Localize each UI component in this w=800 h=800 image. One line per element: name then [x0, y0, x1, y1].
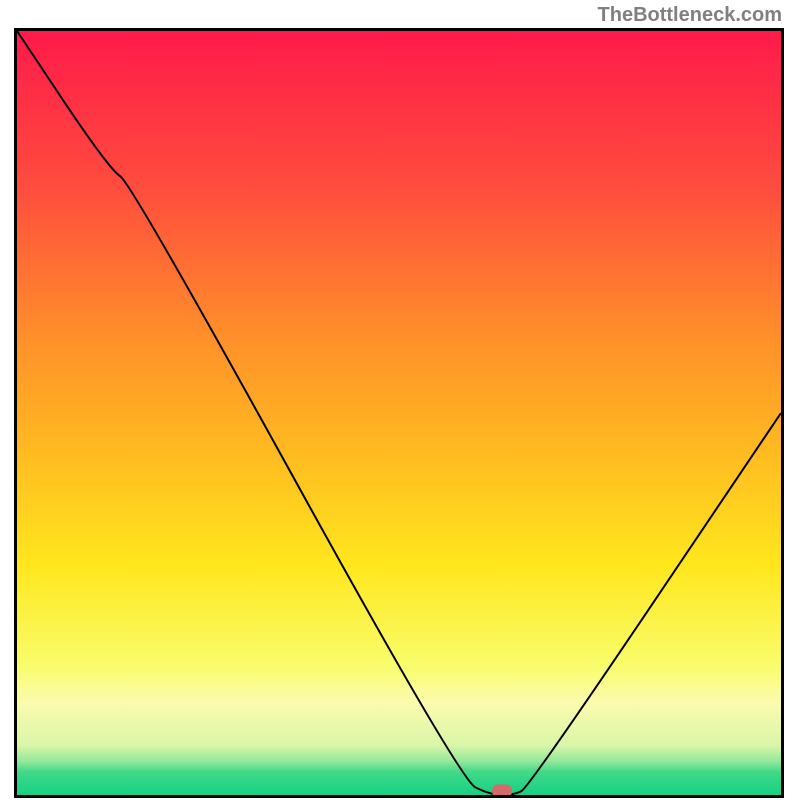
chart-frame: [14, 28, 784, 798]
optimum-marker: [492, 785, 512, 798]
watermark-text: TheBottleneck.com: [598, 4, 782, 27]
chart-area: [17, 31, 781, 795]
bottleneck-curve: [17, 31, 781, 795]
